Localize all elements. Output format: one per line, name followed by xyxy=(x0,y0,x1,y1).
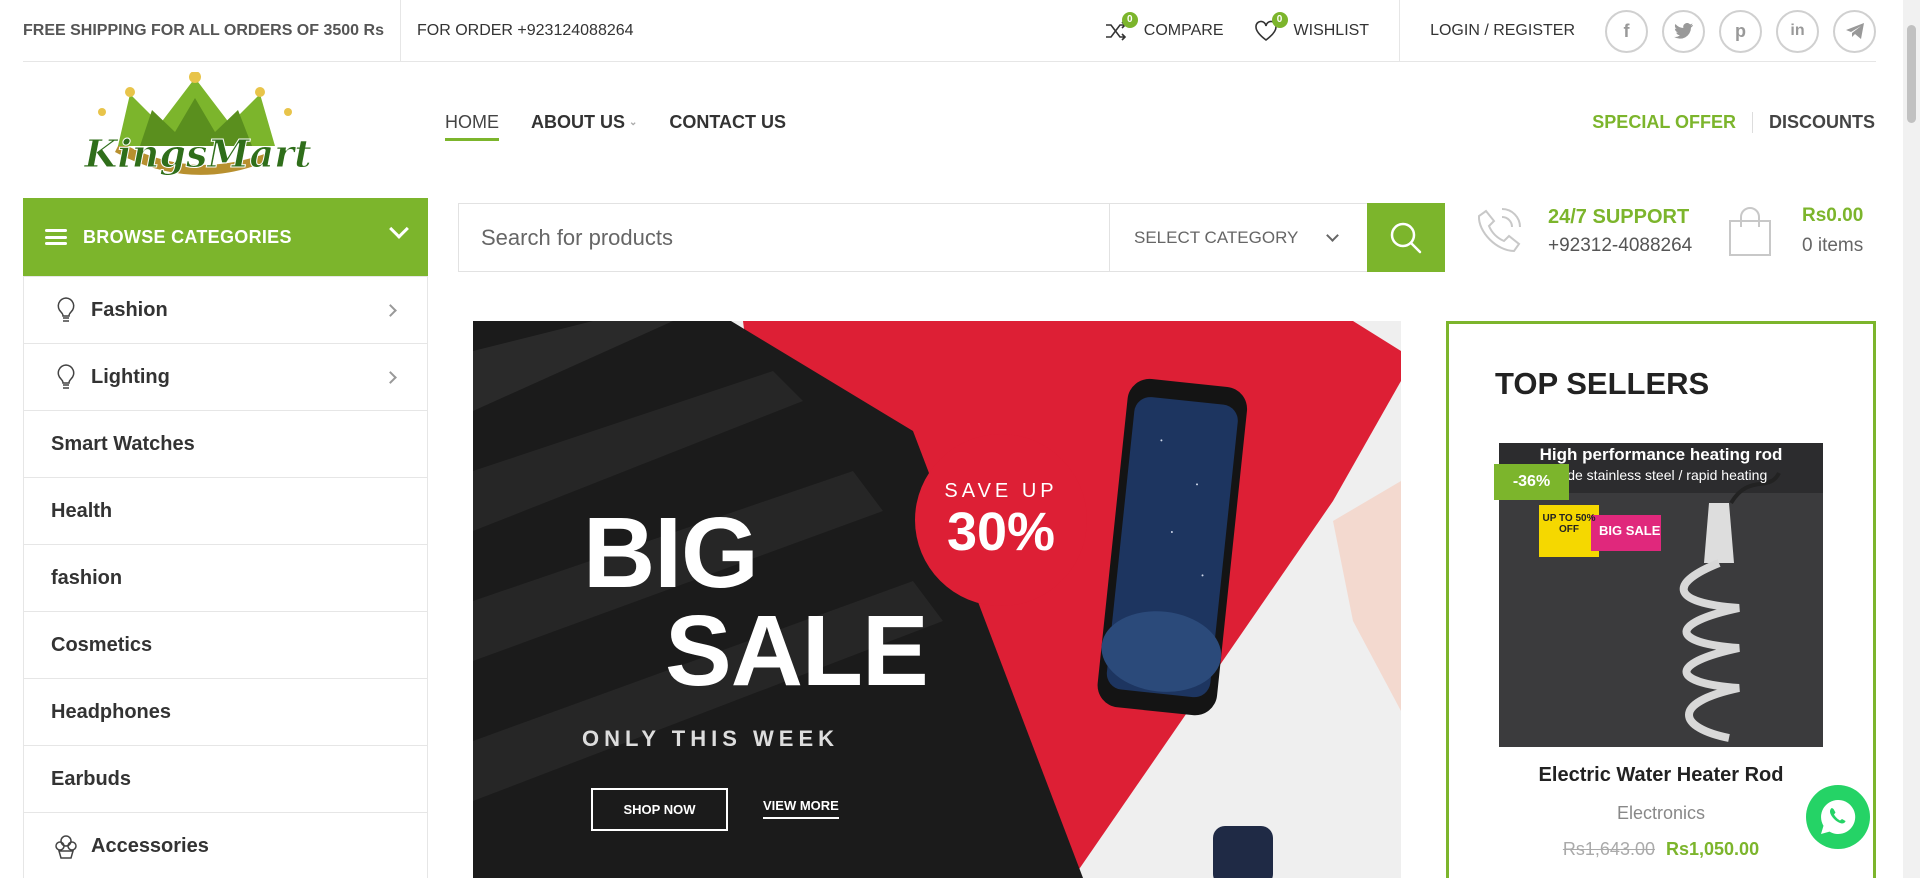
category-cosmetics[interactable]: Cosmetics xyxy=(24,611,427,678)
shuffle-icon: 0 xyxy=(1104,12,1138,42)
discounts-link[interactable]: DISCOUNTS xyxy=(1753,112,1875,133)
scrollbar-thumb[interactable] xyxy=(1907,25,1916,123)
accessories-icon xyxy=(51,831,81,861)
category-label: Cosmetics xyxy=(51,633,153,656)
main-nav: HOME ABOUT US ⌄ CONTACT US xyxy=(445,112,786,141)
lightbulb-icon xyxy=(51,362,81,392)
compare-count-badge: 0 xyxy=(1121,12,1138,28)
product-name[interactable]: Electric Water Heater Rod xyxy=(1449,764,1873,787)
compare-label: COMPARE xyxy=(1143,22,1224,39)
top-bar: FREE SHIPPING FOR ALL ORDERS OF 3500 Rs … xyxy=(23,0,1876,62)
wishlist-link[interactable]: 0 WISHLIST xyxy=(1254,12,1370,42)
nav-about-label: ABOUT US xyxy=(531,112,625,132)
phone-icon xyxy=(1477,208,1521,253)
nav-about[interactable]: ABOUT US ⌄ xyxy=(531,112,637,141)
linkedin-icon[interactable]: in xyxy=(1776,9,1819,53)
banner-subtitle: ONLY THIS WEEK xyxy=(582,726,840,751)
search-button[interactable] xyxy=(1367,203,1445,272)
promo-banner[interactable]: BIG SALE SAVE UP 30% ONLY THIS WEEK SHOP… xyxy=(473,321,1401,878)
product-price: Rs1,643.00 Rs1,050.00 xyxy=(1449,839,1873,860)
support-info: 24/7 SUPPORT +92312-4088264 xyxy=(1472,205,1692,257)
wishlist-label: WISHLIST xyxy=(1293,22,1370,39)
banner-sale-text: SALE xyxy=(665,595,929,707)
facebook-icon[interactable]: f xyxy=(1605,9,1648,53)
top-sellers-widget: TOP SELLERS High performance heating rod… xyxy=(1446,321,1876,878)
category-label: Headphones xyxy=(51,700,172,723)
shopping-bag-icon xyxy=(1729,207,1771,256)
image-caption-1: High performance heating rod xyxy=(1539,445,1783,464)
category-earbuds[interactable]: Earbuds xyxy=(24,745,427,812)
category-select[interactable]: SELECT CATEGORY xyxy=(1109,204,1367,271)
search-icon xyxy=(1390,222,1422,253)
category-label: Fashion xyxy=(91,298,168,321)
heart-icon: 0 xyxy=(1254,12,1288,42)
category-label: Accessories xyxy=(91,834,209,857)
nav-contact[interactable]: CONTACT US xyxy=(669,112,786,141)
support-title: 24/7 SUPPORT xyxy=(1548,205,1690,228)
secondary-nav: SPECIAL OFFER DISCOUNTS xyxy=(1592,112,1875,133)
scrollbar[interactable] xyxy=(1903,0,1920,878)
nav-home[interactable]: HOME xyxy=(445,112,499,141)
site-logo[interactable]: KingsMart xyxy=(80,71,350,187)
chevron-down-icon xyxy=(389,219,409,239)
chevron-down-icon: ⌄ xyxy=(629,117,638,128)
cart-widget[interactable]: Rs0.00 0 items xyxy=(1728,205,1863,257)
browse-categories-button[interactable]: BROWSE CATEGORIES xyxy=(23,198,428,276)
save-up-percent: 30% xyxy=(946,502,1056,562)
category-health[interactable]: Health xyxy=(24,477,427,544)
category-accessories[interactable]: Accessories xyxy=(24,812,427,878)
category-label: Lighting xyxy=(91,365,170,388)
save-up-badge: SAVE UP 30% xyxy=(915,434,1087,606)
menu-icon xyxy=(45,229,67,245)
image-badge-off: UP TO 50% OFF xyxy=(1542,513,1596,535)
logo-text: KingsMart xyxy=(83,131,312,176)
search-bar: SELECT CATEGORY xyxy=(458,203,1445,272)
category-label: fashion xyxy=(51,566,123,589)
chevron-down-icon xyxy=(1326,229,1339,242)
category-smart-watches[interactable]: Smart Watches xyxy=(24,410,427,477)
old-price: Rs1,643.00 xyxy=(1562,839,1655,859)
shipping-notice: FREE SHIPPING FOR ALL ORDERS OF 3500 Rs xyxy=(23,21,384,39)
category-label: Earbuds xyxy=(51,767,132,790)
banner-big-text: BIG xyxy=(583,497,759,609)
page: FREE SHIPPING FOR ALL ORDERS OF 3500 Rs … xyxy=(0,0,1920,878)
support-phone: +92312-4088264 xyxy=(1548,234,1693,256)
twitter-icon[interactable] xyxy=(1662,9,1705,53)
cart-items-count: 0 items xyxy=(1802,235,1864,256)
discount-badge: -36% xyxy=(1494,464,1569,500)
category-fashion[interactable]: Fashion xyxy=(24,276,427,343)
cart-amount: Rs0.00 xyxy=(1802,205,1864,226)
pinterest-icon[interactable]: p xyxy=(1719,9,1762,53)
image-badge-sale: BIG SALE xyxy=(1599,523,1661,538)
view-more-link[interactable]: VIEW MORE xyxy=(763,798,839,819)
whatsapp-chat-button[interactable] xyxy=(1806,785,1870,849)
top-sellers-title: TOP SELLERS xyxy=(1495,366,1710,401)
whatsapp-icon xyxy=(1821,799,1856,834)
category-select-value: SELECT CATEGORY xyxy=(1134,227,1299,247)
category-label: Smart Watches xyxy=(51,432,195,455)
order-phone: FOR ORDER +923124088264 xyxy=(416,21,634,39)
chevron-right-icon xyxy=(384,304,397,317)
social-links: f p in xyxy=(1605,9,1876,53)
top-bar-right: 0 COMPARE 0 WISHLIST LOGIN / REGISTER f … xyxy=(1104,0,1876,62)
chevron-right-icon xyxy=(384,371,397,384)
category-list: Fashion Lighting Smart Watches Health fa… xyxy=(23,276,428,878)
new-price: Rs1,050.00 xyxy=(1666,839,1760,859)
lightbulb-icon xyxy=(51,295,81,325)
category-lighting[interactable]: Lighting xyxy=(24,343,427,410)
category-label: Health xyxy=(51,499,113,522)
login-register-link[interactable]: LOGIN / REGISTER xyxy=(1399,0,1605,62)
save-up-label: SAVE UP xyxy=(944,480,1058,502)
wishlist-count-badge: 0 xyxy=(1271,12,1288,28)
search-input[interactable] xyxy=(459,204,1109,271)
compare-link[interactable]: 0 COMPARE xyxy=(1104,12,1224,42)
category-fashion-2[interactable]: fashion xyxy=(24,544,427,611)
telegram-icon[interactable] xyxy=(1833,9,1876,53)
special-offer-link[interactable]: SPECIAL OFFER xyxy=(1592,112,1753,133)
browse-categories-label: BROWSE CATEGORIES xyxy=(83,226,292,247)
shop-now-button[interactable]: SHOP NOW xyxy=(591,788,728,831)
category-headphones[interactable]: Headphones xyxy=(24,678,427,745)
